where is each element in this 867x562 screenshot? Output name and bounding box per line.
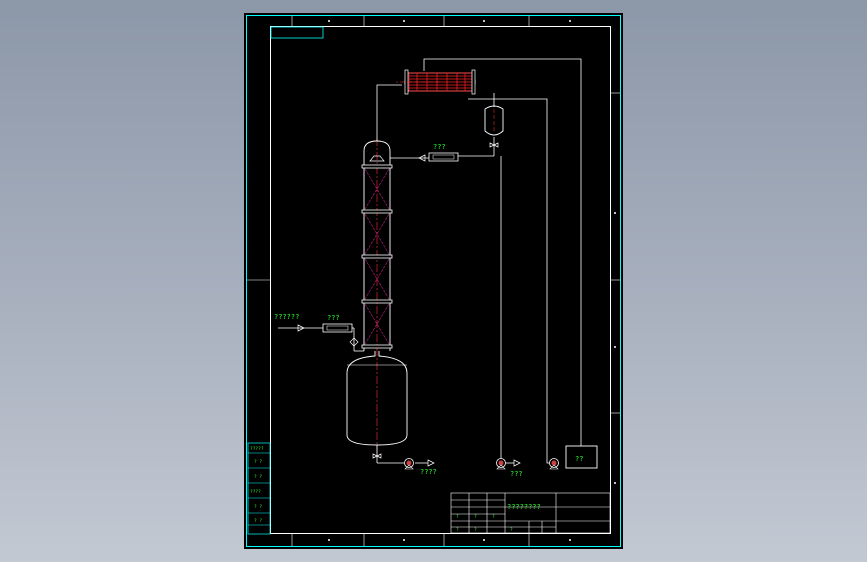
pump-icon[interactable] bbox=[404, 458, 414, 470]
side-table-row-1: ????? bbox=[250, 446, 264, 452]
side-table-row-2: ? ? bbox=[254, 459, 262, 465]
zone-ticks bbox=[247, 16, 620, 546]
title-cell-3: ? bbox=[492, 514, 495, 520]
outer-frame bbox=[246, 15, 621, 547]
title-cell-4: ? bbox=[456, 527, 459, 533]
cooling-water-in bbox=[468, 98, 559, 464]
title-block bbox=[450, 492, 611, 534]
feed-heater bbox=[322, 323, 353, 333]
title-cell-1: ? bbox=[456, 514, 459, 520]
reflux-heater-label: ??? bbox=[433, 143, 446, 151]
side-table-row-4: ???? bbox=[250, 489, 261, 495]
inner-frame bbox=[270, 26, 611, 534]
side-table-row-6: ? ? bbox=[254, 518, 262, 524]
arrow-icon bbox=[427, 459, 435, 467]
title-cell-2: ? bbox=[474, 514, 477, 520]
drawing-sheet: ????? ? ? ? ? ???? ? ? ? ? ???????? ? ? … bbox=[244, 13, 623, 549]
arrow-icon bbox=[513, 459, 521, 467]
zone-marks bbox=[328, 20, 616, 541]
feed-label: ?????? bbox=[274, 313, 299, 321]
vapour-line bbox=[376, 84, 402, 141]
bottom-product-label: ???? bbox=[420, 468, 437, 476]
title-cell-5: ? bbox=[474, 527, 477, 533]
distillate-pump-label: ??? bbox=[510, 470, 523, 478]
title-cell-6: ? bbox=[510, 527, 513, 533]
pump-icon[interactable] bbox=[496, 458, 506, 470]
title-block-name: ???????? bbox=[507, 503, 541, 511]
condenser bbox=[396, 69, 476, 95]
tank-label: ?? bbox=[575, 455, 583, 463]
side-table-row-3: ? ? bbox=[254, 474, 262, 480]
pump-icon[interactable] bbox=[549, 458, 559, 470]
process-flow-diagram: ????? ? ? ? ? ???? ? ? ? ? ???????? ? ? … bbox=[246, 15, 621, 547]
feed-heater-label: ??? bbox=[327, 314, 340, 322]
cooling-water-out bbox=[423, 58, 582, 446]
side-table-row-5: ? ? bbox=[254, 504, 262, 510]
side-table: ????? ? ? ? ? ???? ? ? ? ? bbox=[247, 442, 271, 535]
bottom-drain bbox=[376, 445, 428, 464]
drawing-code-box bbox=[270, 26, 324, 39]
feed-line bbox=[278, 327, 364, 352]
reflux-heater bbox=[428, 152, 459, 162]
